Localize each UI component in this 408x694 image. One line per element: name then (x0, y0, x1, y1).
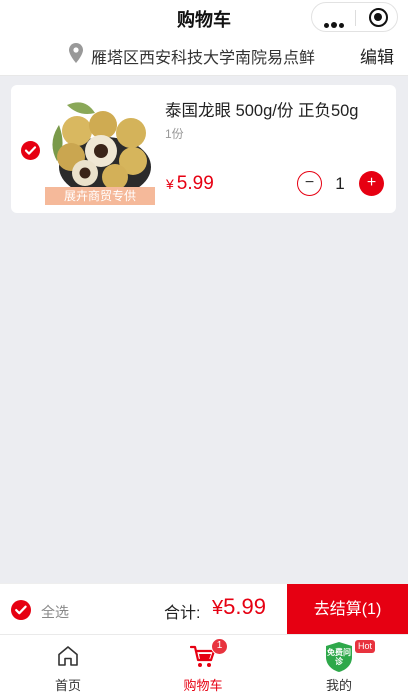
checkmark-icon (15, 605, 27, 615)
price-value: 5.99 (176, 173, 214, 194)
tab-home-label: 首页 (54, 678, 81, 693)
edit-button[interactable]: 编辑 (360, 43, 394, 68)
product-title[interactable]: 泰国龙眼 500g/份 正负50g (165, 97, 359, 121)
checkmark-icon (24, 146, 37, 155)
product-spec: 1份 (165, 127, 184, 141)
tab-cart[interactable]: 1 购物车 (158, 635, 248, 694)
tab-me-label: 我的 (325, 678, 352, 693)
checkout-button[interactable]: 去结算(1) (287, 584, 408, 635)
miniprogram-capsule (311, 2, 398, 32)
checkout-bar: 全选 合计: ¥5.99 去结算(1) (0, 583, 408, 635)
location-pin-icon (69, 43, 83, 63)
delivery-address[interactable]: 雁塔区西安科技大学南院易点鲜 (91, 44, 315, 68)
price-currency: ¥ (166, 176, 174, 192)
total-currency: ¥ (212, 597, 224, 619)
cart-item-card: 展卉商贸专供 泰国龙眼 500g/份 正负50g 1份 ¥5.99 − 1 + (11, 85, 396, 213)
total-price: ¥5.99 (212, 594, 266, 620)
hot-badge: Hot (355, 640, 376, 653)
select-all-checkbox[interactable] (11, 600, 31, 620)
free-consultation-icon-text: 免费问诊 (327, 648, 351, 666)
more-icon[interactable] (324, 15, 346, 28)
capsule-divider (355, 10, 356, 26)
quantity-value: 1 (335, 174, 345, 193)
nav-bar: 购物车 (0, 0, 408, 36)
home-icon (58, 646, 78, 666)
tab-cart-label: 购物车 (183, 678, 223, 693)
product-price: ¥5.99 (166, 173, 214, 195)
total-label: 合计: (164, 605, 201, 622)
close-miniprogram-icon[interactable] (369, 8, 388, 27)
item-checkbox[interactable] (21, 141, 40, 160)
product-image-banner: 展卉商贸专供 (45, 187, 155, 205)
address-bar: 雁塔区西安科技大学南院易点鲜 编辑 (0, 36, 408, 76)
decrease-quantity-button[interactable]: − (297, 171, 322, 196)
tab-me[interactable]: 免费问诊 Hot 我的 (294, 635, 384, 694)
increase-quantity-button[interactable]: + (359, 171, 384, 196)
tab-bar: 首页 1 购物车 免费问诊 Hot 我的 (0, 634, 408, 694)
select-all-label[interactable]: 全选 (41, 602, 69, 622)
free-consultation-icon: 免费问诊 (325, 642, 353, 672)
total-amount: 5.99 (223, 594, 266, 619)
product-image[interactable]: 展卉商贸专供 (45, 95, 155, 205)
cart-count-badge: 1 (211, 638, 228, 655)
tab-home[interactable]: 首页 (23, 635, 113, 694)
